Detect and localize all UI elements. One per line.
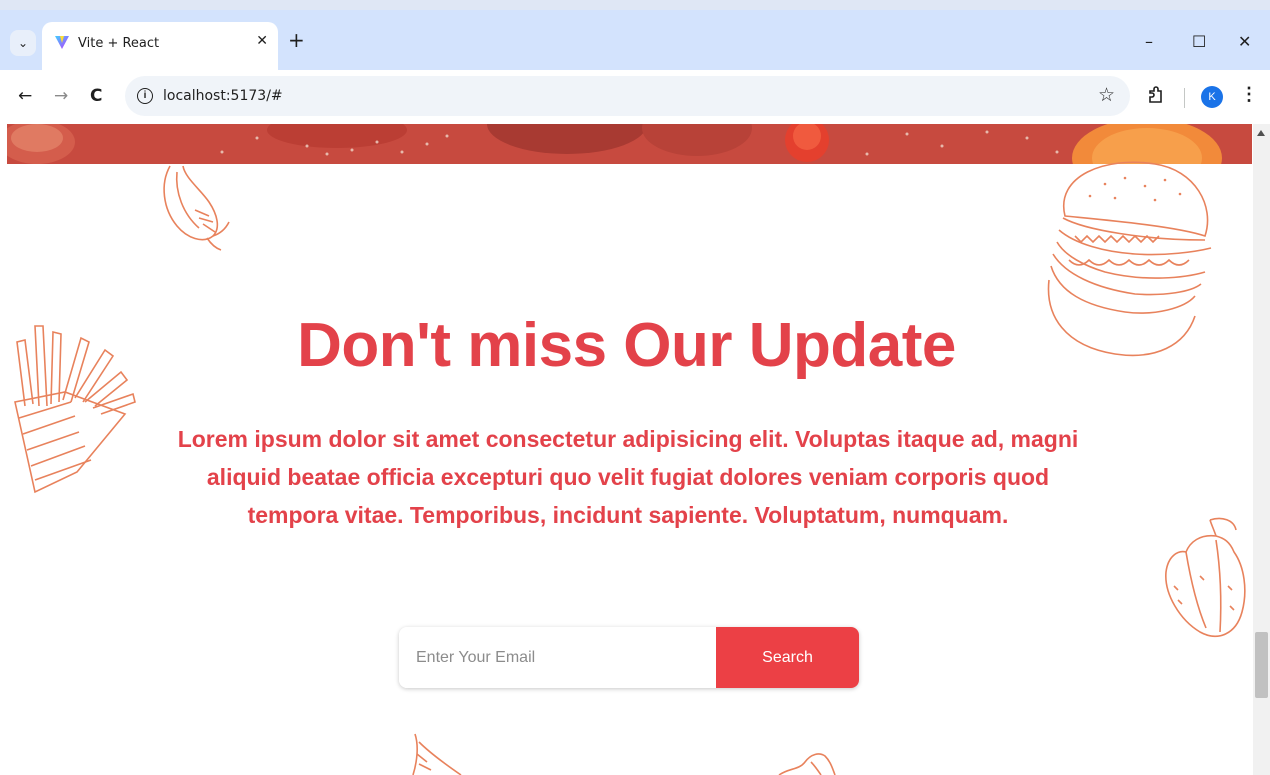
url-text[interactable]: localhost:5173/# — [163, 88, 283, 104]
extensions-icon[interactable] — [1148, 86, 1164, 104]
address-bar[interactable]: i localhost:5173/# — [125, 76, 1130, 116]
tab-strip: ⌄ Vite + React ✕ + – ☐ ✕ — [0, 0, 1270, 70]
maximize-button[interactable]: ☐ — [1192, 32, 1206, 51]
back-button[interactable]: ← — [18, 86, 32, 106]
forward-button[interactable]: → — [54, 86, 68, 106]
scroll-thumb[interactable] — [1255, 632, 1268, 698]
browser-toolbar: ← → C i localhost:5173/# — [0, 70, 1270, 124]
browser-menu-icon[interactable]: ⋮ — [1240, 84, 1258, 105]
tab-search-button[interactable]: ⌄ — [10, 30, 36, 56]
bookmark-star-icon[interactable]: ☆ — [1098, 84, 1115, 107]
page-headline: Don't miss Our Update — [297, 311, 956, 380]
window-frame — [0, 0, 1270, 10]
bell-pepper-doodle-icon — [1165, 517, 1246, 637]
new-tab-button[interactable]: + — [288, 30, 305, 50]
scroll-up-arrow-icon[interactable] — [1257, 130, 1265, 136]
close-window-button[interactable]: ✕ — [1238, 32, 1251, 51]
minimize-button[interactable]: – — [1145, 32, 1153, 51]
tab-vite-react[interactable]: Vite + React ✕ — [42, 22, 278, 70]
tab-close-icon[interactable]: ✕ — [256, 33, 268, 49]
page-viewport: Don't miss Our Update Lorem ipsum dolor … — [0, 124, 1253, 775]
newsletter-description: Lorem ipsum dolor sit amet consectetur a… — [177, 426, 1079, 528]
chili-doodle-icon — [412, 733, 462, 775]
vite-logo-icon — [55, 36, 69, 49]
garlic-doodle-icon — [163, 165, 230, 251]
leaf-doodle-icon — [778, 753, 836, 775]
toolbar-separator — [1184, 88, 1185, 108]
tab-title: Vite + React — [78, 36, 160, 51]
site-info-icon[interactable]: i — [137, 88, 153, 104]
search-button[interactable]: Search — [716, 627, 859, 688]
profile-avatar[interactable]: K — [1201, 86, 1223, 108]
newsletter-form: Search — [399, 627, 859, 688]
page-scrollbar[interactable] — [1253, 124, 1270, 775]
email-input[interactable] — [399, 627, 716, 688]
reload-button[interactable]: C — [90, 86, 102, 106]
